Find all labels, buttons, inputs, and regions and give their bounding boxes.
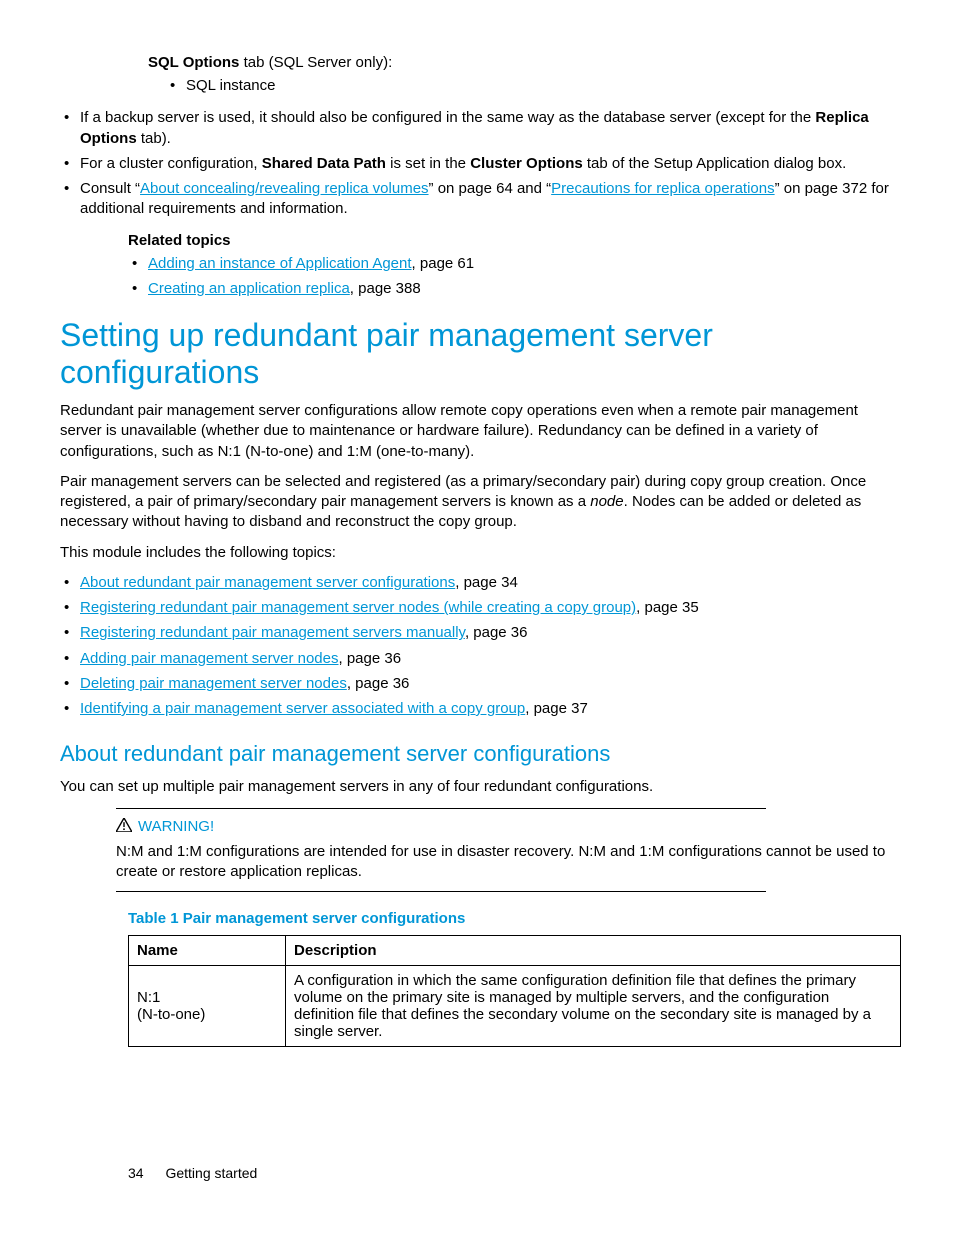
para-module-topics: This module includes the following topic… bbox=[60, 543, 894, 563]
bullet-consult: Consult “About concealing/revealing repl… bbox=[60, 179, 894, 220]
txt: tab of the Setup Application dialog box. bbox=[583, 155, 847, 172]
table-row: N:1 (N-to-one) A configuration in which … bbox=[129, 966, 901, 1047]
txt-bold: Shared Data Path bbox=[262, 155, 386, 172]
link-identifying[interactable]: Identifying a pair management server ass… bbox=[80, 700, 525, 717]
txt: tab). bbox=[137, 130, 171, 147]
topic-item: Registering redundant pair management se… bbox=[60, 598, 894, 618]
topic-item: Registering redundant pair management se… bbox=[60, 623, 894, 643]
topic-item: Adding pair management server nodes, pag… bbox=[60, 649, 894, 669]
tail: , page 61 bbox=[412, 255, 475, 272]
topic-item: Deleting pair management server nodes, p… bbox=[60, 674, 894, 694]
related-item: Adding an instance of Application Agent,… bbox=[128, 254, 894, 274]
name-line2: (N-to-one) bbox=[137, 1006, 277, 1023]
para-redundant-intro: Redundant pair management server configu… bbox=[60, 401, 894, 462]
tail: , page 36 bbox=[465, 624, 528, 641]
para-pair-mgmt: Pair management servers can be selected … bbox=[60, 472, 894, 533]
link-create-replica[interactable]: Creating an application replica bbox=[148, 280, 350, 297]
link-conceal[interactable]: About concealing/revealing replica volum… bbox=[140, 180, 429, 197]
bullet-cluster: For a cluster configuration, Shared Data… bbox=[60, 154, 894, 174]
cell-desc: A configuration in which the same config… bbox=[286, 966, 901, 1047]
sql-options-bold: SQL Options bbox=[148, 54, 239, 71]
tail: , page 388 bbox=[350, 280, 421, 297]
tail: , page 35 bbox=[636, 599, 699, 616]
tail: , page 36 bbox=[339, 650, 402, 667]
warning-block: WARNING! N:M and 1:M configurations are … bbox=[116, 808, 894, 893]
page-number: 34 bbox=[128, 1165, 144, 1181]
topic-item: Identifying a pair management server ass… bbox=[60, 699, 894, 719]
warning-icon bbox=[116, 818, 132, 836]
col-name: Name bbox=[129, 936, 286, 966]
top-bullets: If a backup server is used, it should al… bbox=[60, 108, 894, 219]
heading-about-redundant: About redundant pair management server c… bbox=[60, 741, 894, 767]
sql-sub-list: SQL instance bbox=[166, 76, 894, 96]
link-add-instance[interactable]: Adding an instance of Application Agent bbox=[148, 255, 412, 272]
top-block: SQL Options tab (SQL Server only): SQL i… bbox=[148, 54, 894, 96]
topic-item: About redundant pair management server c… bbox=[60, 573, 894, 593]
txt: ” on page 64 and “ bbox=[429, 180, 552, 197]
divider bbox=[116, 891, 766, 892]
link-adding-nodes[interactable]: Adding pair management server nodes bbox=[80, 650, 339, 667]
divider bbox=[116, 808, 766, 809]
col-description: Description bbox=[286, 936, 901, 966]
page-footer: 34 Getting started bbox=[128, 1165, 257, 1181]
warning-body: N:M and 1:M configurations are intended … bbox=[116, 842, 894, 883]
topics-list: About redundant pair management server c… bbox=[60, 573, 894, 720]
bullet-backup: If a backup server is used, it should al… bbox=[60, 108, 894, 149]
warning-label: WARNING! bbox=[138, 818, 214, 835]
txt: For a cluster configuration, bbox=[80, 155, 262, 172]
related-topics: Related topics Adding an instance of App… bbox=[128, 232, 894, 300]
tail: , page 37 bbox=[525, 700, 588, 717]
sql-sub-item: SQL instance bbox=[166, 76, 894, 96]
section-name: Getting started bbox=[165, 1165, 257, 1181]
txt-bold: Cluster Options bbox=[470, 155, 583, 172]
link-registering-nodes[interactable]: Registering redundant pair management se… bbox=[80, 599, 636, 616]
related-topics-heading: Related topics bbox=[128, 232, 894, 249]
tail: , page 34 bbox=[455, 574, 518, 591]
para-about: You can set up multiple pair management … bbox=[60, 777, 894, 797]
tail: , page 36 bbox=[347, 675, 410, 692]
txt: is set in the bbox=[386, 155, 470, 172]
related-list: Adding an instance of Application Agent,… bbox=[128, 254, 894, 300]
link-deleting-nodes[interactable]: Deleting pair management server nodes bbox=[80, 675, 347, 692]
link-registering-manual[interactable]: Registering redundant pair management se… bbox=[80, 624, 465, 641]
txt: If a backup server is used, it should al… bbox=[80, 109, 815, 126]
config-table: Name Description N:1 (N-to-one) A config… bbox=[128, 935, 901, 1047]
table-section: Table 1 Pair management server configura… bbox=[128, 910, 894, 1047]
link-about-redundant[interactable]: About redundant pair management server c… bbox=[80, 574, 455, 591]
sql-options-rest: tab (SQL Server only): bbox=[239, 54, 392, 71]
sql-options-line: SQL Options tab (SQL Server only): bbox=[148, 54, 894, 71]
related-item: Creating an application replica, page 38… bbox=[128, 279, 894, 299]
page: SQL Options tab (SQL Server only): SQL i… bbox=[0, 0, 954, 1235]
table-title: Table 1 Pair management server configura… bbox=[128, 910, 894, 927]
table-header-row: Name Description bbox=[129, 936, 901, 966]
warning-header: WARNING! bbox=[116, 818, 894, 836]
txt-italic: node bbox=[590, 493, 623, 510]
heading-setting-up: Setting up redundant pair management ser… bbox=[60, 317, 894, 391]
cell-name: N:1 (N-to-one) bbox=[129, 966, 286, 1047]
name-line1: N:1 bbox=[137, 989, 277, 1006]
link-precautions[interactable]: Precautions for replica operations bbox=[551, 180, 774, 197]
txt: Consult “ bbox=[80, 180, 140, 197]
